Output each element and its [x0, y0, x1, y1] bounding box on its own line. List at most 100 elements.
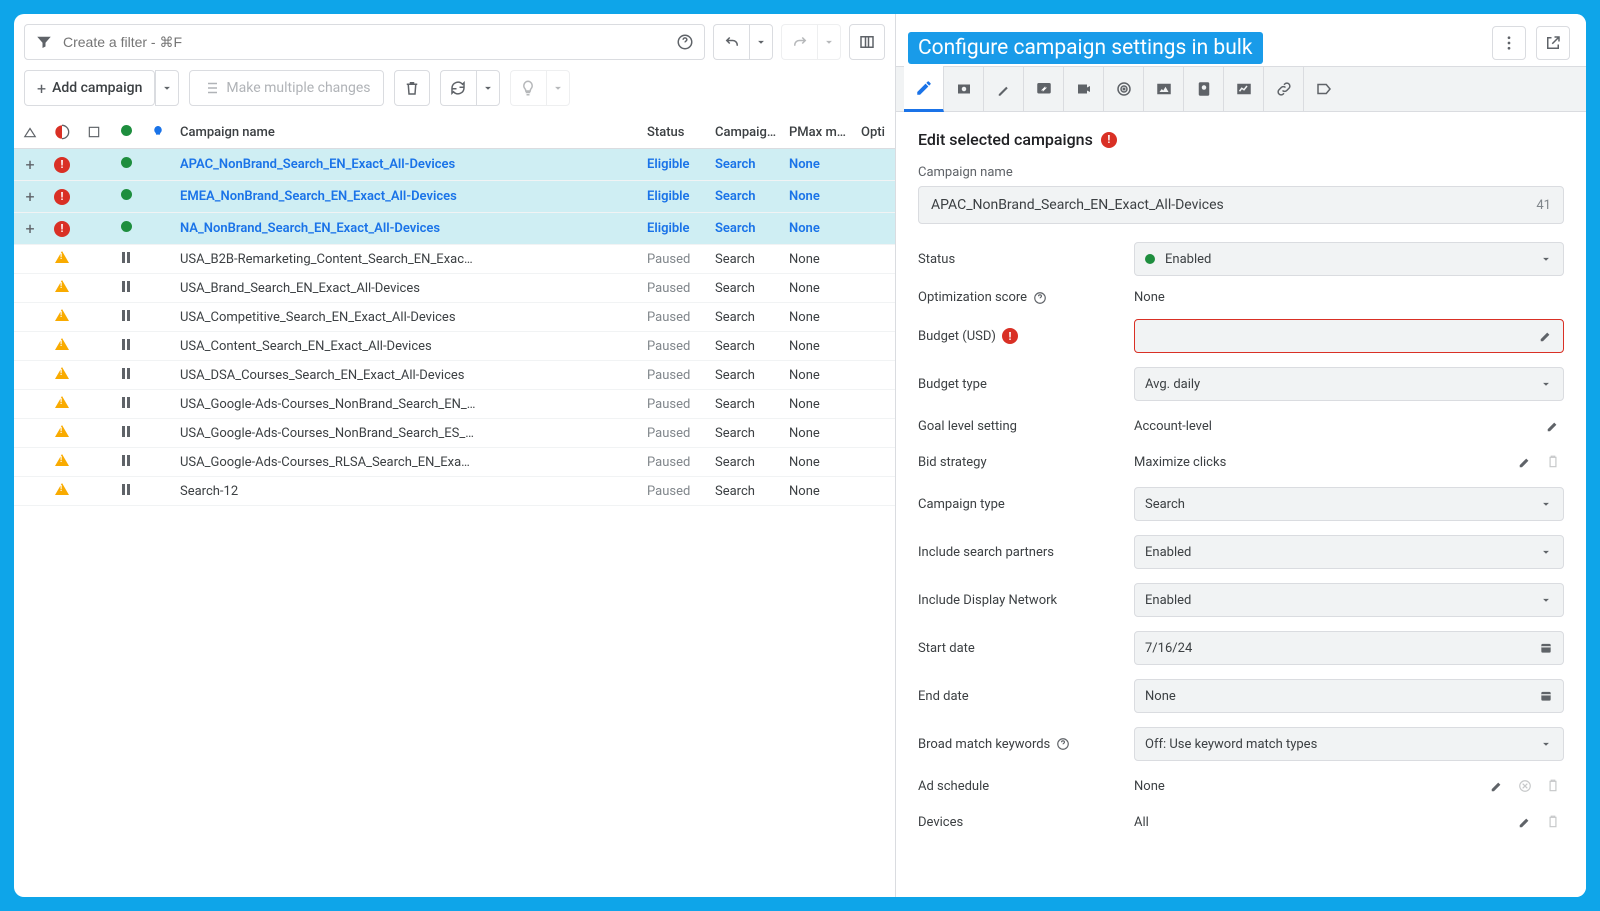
col-pmax[interactable]: PMax mi…: [783, 116, 855, 149]
tab-image[interactable]: [1144, 66, 1184, 112]
campaign-name-cell[interactable]: USA_DSA_Courses_Search_EN_Exact_All-Devi…: [174, 361, 641, 390]
clipboard-button[interactable]: [1542, 451, 1564, 473]
bid-label: Bid strategy: [918, 455, 1118, 470]
status-select[interactable]: Enabled: [1134, 242, 1564, 276]
help-icon[interactable]: [676, 33, 694, 51]
col-opt[interactable]: Opti: [855, 116, 895, 149]
cancel-button[interactable]: [1514, 775, 1536, 797]
tab-video[interactable]: [1064, 66, 1104, 112]
table-row[interactable]: USA_Google-Ads-Courses_RLSA_Search_EN_Ex…: [14, 448, 895, 477]
goal-label: Goal level setting: [918, 419, 1118, 434]
campaign-name-cell[interactable]: Search-12: [174, 477, 641, 506]
campaign-name-cell[interactable]: EMEA_NonBrand_Search_EN_Exact_All-Device…: [174, 181, 641, 213]
alert-red-icon: !: [54, 221, 70, 237]
edit-button[interactable]: [1514, 451, 1536, 473]
end-date-input[interactable]: None: [1134, 679, 1564, 713]
help-icon[interactable]: [1056, 737, 1070, 751]
idea-button[interactable]: [510, 70, 546, 106]
calendar-icon: [1539, 689, 1553, 703]
redo-dropdown[interactable]: [817, 24, 841, 60]
refresh-dropdown[interactable]: [476, 70, 500, 106]
campaign-name-input[interactable]: APAC_NonBrand_Search_EN_Exact_All-Device…: [918, 186, 1564, 224]
edit-button[interactable]: [1514, 811, 1536, 833]
table-row[interactable]: +!APAC_NonBrand_Search_EN_Exact_All-Devi…: [14, 149, 895, 181]
col-enable[interactable]: [110, 116, 142, 149]
make-multiple-button[interactable]: Make multiple changes: [189, 70, 383, 106]
delete-button[interactable]: [394, 70, 430, 106]
undo-dropdown[interactable]: [749, 24, 773, 60]
schedule-label: Ad schedule: [918, 779, 1118, 794]
campaign-name-cell[interactable]: USA_Brand_Search_EN_Exact_All-Devices: [174, 274, 641, 303]
status-paused-icon: [122, 339, 130, 350]
col-name[interactable]: Campaign name: [174, 116, 641, 149]
filter-bar[interactable]: [24, 24, 705, 60]
status-cell: Paused: [641, 245, 709, 274]
col-status[interactable]: Status: [641, 116, 709, 149]
budget-type-select[interactable]: Avg. daily: [1134, 367, 1564, 401]
col-expand[interactable]: [14, 116, 46, 149]
tab-display[interactable]: [1024, 66, 1064, 112]
help-icon[interactable]: [1033, 291, 1047, 305]
edit-button[interactable]: [1542, 415, 1564, 437]
open-new-button[interactable]: [1536, 26, 1570, 60]
col-idea[interactable]: [142, 116, 174, 149]
tab-wand[interactable]: [984, 66, 1024, 112]
ctype-select[interactable]: Search: [1134, 487, 1564, 521]
panel-tabs: [896, 66, 1586, 112]
expand-icon[interactable]: +: [25, 155, 34, 174]
table-row[interactable]: USA_DSA_Courses_Search_EN_Exact_All-Devi…: [14, 361, 895, 390]
tab-chart[interactable]: [1224, 66, 1264, 112]
columns-button[interactable]: [849, 24, 885, 60]
col-alert[interactable]: [46, 116, 78, 149]
campaign-name-cell[interactable]: USA_B2B-Remarketing_Content_Search_EN_Ex…: [174, 245, 641, 274]
col-type[interactable]: Campaig…: [709, 116, 783, 149]
campaign-name-cell[interactable]: USA_Content_Search_EN_Exact_All-Devices: [174, 332, 641, 361]
tab-edit[interactable]: [904, 66, 944, 112]
table-row[interactable]: USA_Content_Search_EN_Exact_All-DevicesP…: [14, 332, 895, 361]
campaign-name-cell[interactable]: USA_Google-Ads-Courses_RLSA_Search_EN_Ex…: [174, 448, 641, 477]
expand-icon[interactable]: +: [25, 187, 34, 206]
filter-input[interactable]: [63, 34, 666, 50]
opt-score-label: Optimization score: [918, 290, 1027, 305]
tab-link[interactable]: [1264, 66, 1304, 112]
campaign-name-cell[interactable]: NA_NonBrand_Search_EN_Exact_All-Devices: [174, 213, 641, 245]
table-row[interactable]: USA_Google-Ads-Courses_NonBrand_Search_E…: [14, 419, 895, 448]
clipboard-button[interactable]: [1542, 811, 1564, 833]
table-row[interactable]: USA_Brand_Search_EN_Exact_All-DevicesPau…: [14, 274, 895, 303]
more-menu-button[interactable]: [1492, 26, 1526, 60]
tab-tag[interactable]: [1304, 66, 1344, 112]
tab-camera[interactable]: [944, 66, 984, 112]
table-row[interactable]: +! NA_NonBrand_Search_EN_Exact_All-Device…: [14, 213, 895, 245]
campaign-name-cell[interactable]: APAC_NonBrand_Search_EN_Exact_All-Device…: [174, 149, 641, 181]
redo-button[interactable]: [781, 24, 817, 60]
budget-input[interactable]: [1134, 319, 1564, 353]
table-row[interactable]: USA_B2B-Remarketing_Content_Search_EN_Ex…: [14, 245, 895, 274]
table-row[interactable]: +!EMEA_NonBrand_Search_EN_Exact_All-Devi…: [14, 181, 895, 213]
clipboard-button[interactable]: [1542, 775, 1564, 797]
table-row[interactable]: USA_Competitive_Search_EN_Exact_All-Devi…: [14, 303, 895, 332]
campaign-name-cell[interactable]: USA_Google-Ads-Courses_NonBrand_Search_E…: [174, 390, 641, 419]
type-cell: Search: [709, 390, 783, 419]
add-campaign-button[interactable]: + Add campaign: [24, 70, 155, 106]
campaign-name-cell[interactable]: USA_Competitive_Search_EN_Exact_All-Devi…: [174, 303, 641, 332]
partners-select[interactable]: Enabled: [1134, 535, 1564, 569]
col-box[interactable]: [78, 116, 110, 149]
table-row[interactable]: USA_Google-Ads-Courses_NonBrand_Search_E…: [14, 390, 895, 419]
pmax-cell: None: [783, 361, 855, 390]
undo-button[interactable]: [713, 24, 749, 60]
campaign-name-cell[interactable]: USA_Google-Ads-Courses_NonBrand_Search_E…: [174, 419, 641, 448]
schedule-value: None: [1134, 779, 1476, 794]
refresh-button[interactable]: [440, 70, 476, 106]
tab-target[interactable]: [1104, 66, 1144, 112]
alert-warning-icon: [55, 396, 69, 408]
edit-button[interactable]: [1486, 775, 1508, 797]
display-select[interactable]: Enabled: [1134, 583, 1564, 617]
idea-dropdown[interactable]: [546, 70, 570, 106]
tab-location[interactable]: [1184, 66, 1224, 112]
expand-icon[interactable]: +: [25, 219, 34, 238]
table-row[interactable]: Search-12PausedSearchNone: [14, 477, 895, 506]
start-date-input[interactable]: 7/16/24: [1134, 631, 1564, 665]
status-cell: Paused: [641, 390, 709, 419]
add-campaign-dropdown[interactable]: [155, 70, 179, 106]
broad-select[interactable]: Off: Use keyword match types: [1134, 727, 1564, 761]
